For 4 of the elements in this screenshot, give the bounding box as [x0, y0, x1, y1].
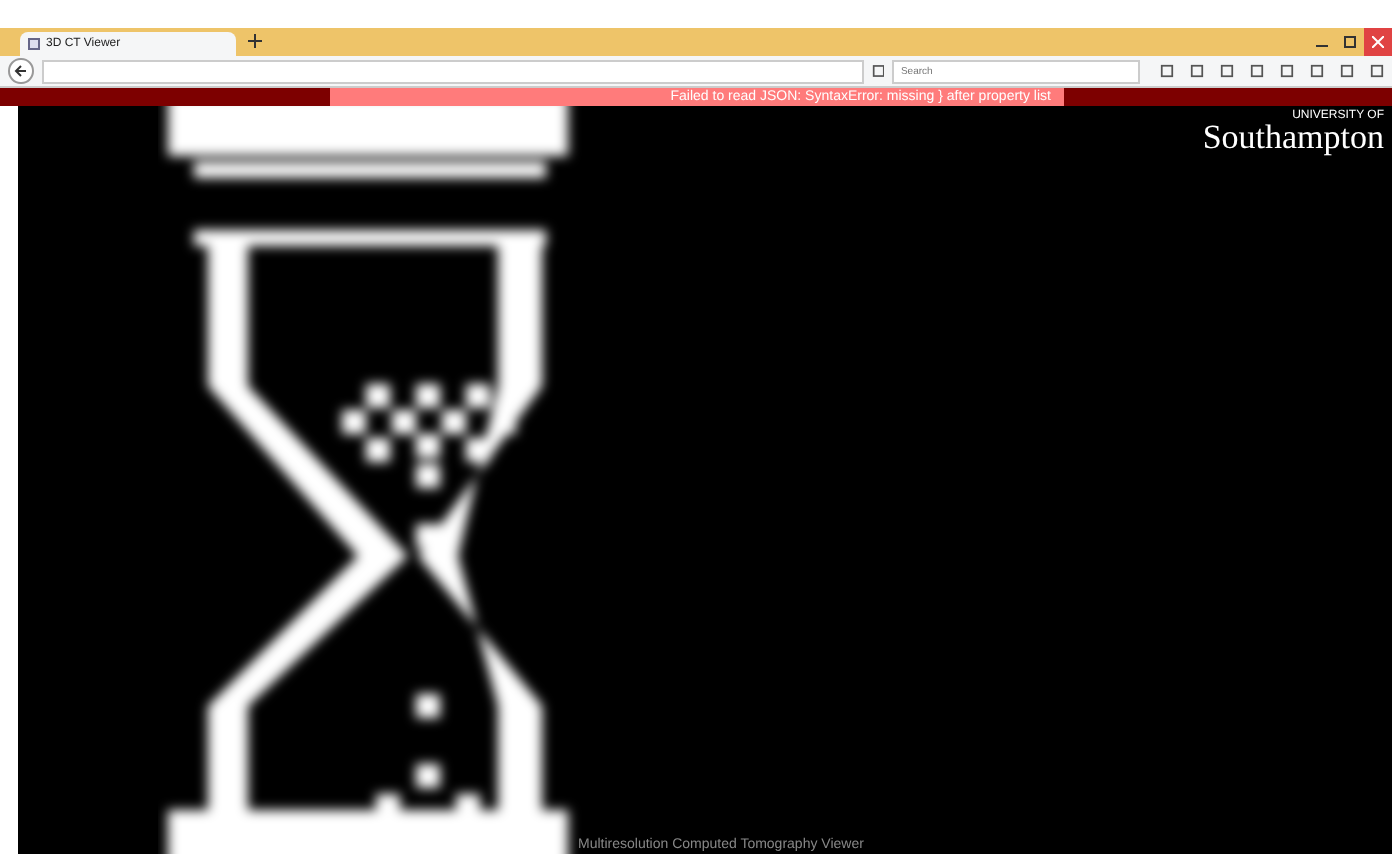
address-field[interactable]	[41, 59, 864, 83]
close-icon[interactable]	[1364, 28, 1392, 56]
back-icon[interactable]	[8, 58, 34, 84]
page-icon	[28, 38, 40, 50]
